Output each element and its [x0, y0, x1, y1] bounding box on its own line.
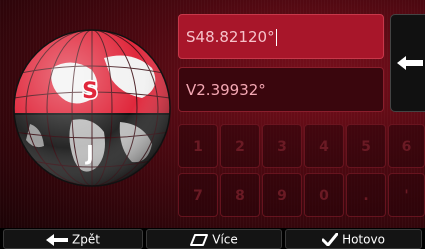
key-decimal-point[interactable]: . — [346, 173, 386, 217]
key-0[interactable]: 0 — [304, 173, 344, 217]
parallelogram-icon — [190, 233, 209, 246]
more-button[interactable]: Více — [146, 229, 282, 249]
key-2[interactable]: 2 — [220, 124, 260, 168]
backspace-button[interactable] — [390, 14, 425, 112]
north-hemisphere-label: S — [82, 79, 98, 104]
key-6[interactable]: 6 — [388, 124, 425, 168]
arrow-left-icon — [46, 233, 69, 246]
key-3[interactable]: 3 — [262, 124, 302, 168]
south-hemisphere-label: J — [84, 141, 93, 165]
globe-icon: S J — [13, 29, 171, 187]
key-minute-mark[interactable]: ' — [388, 173, 425, 217]
done-button[interactable]: Hotovo — [285, 229, 422, 249]
text-cursor — [275, 29, 277, 46]
key-8[interactable]: 8 — [220, 173, 260, 217]
latitude-input[interactable]: S48.82120° — [178, 14, 384, 59]
key-7[interactable]: 7 — [178, 173, 218, 217]
longitude-value: V2.39932° — [186, 81, 266, 99]
key-4[interactable]: 4 — [304, 124, 344, 168]
latitude-value: S48.82120° — [186, 28, 275, 46]
done-button-label: Hotovo — [342, 232, 385, 247]
back-button-label: Zpět — [72, 232, 100, 247]
checkmark-icon — [322, 233, 339, 246]
more-button-label: Více — [212, 232, 238, 247]
key-5[interactable]: 5 — [346, 124, 386, 168]
back-button[interactable]: Zpět — [3, 229, 143, 249]
hemisphere-globe-icon[interactable]: S J — [12, 28, 172, 188]
backspace-arrow-icon — [397, 56, 423, 70]
key-9[interactable]: 9 — [262, 173, 302, 217]
longitude-input[interactable]: V2.39932° — [178, 67, 384, 112]
key-1[interactable]: 1 — [178, 124, 218, 168]
